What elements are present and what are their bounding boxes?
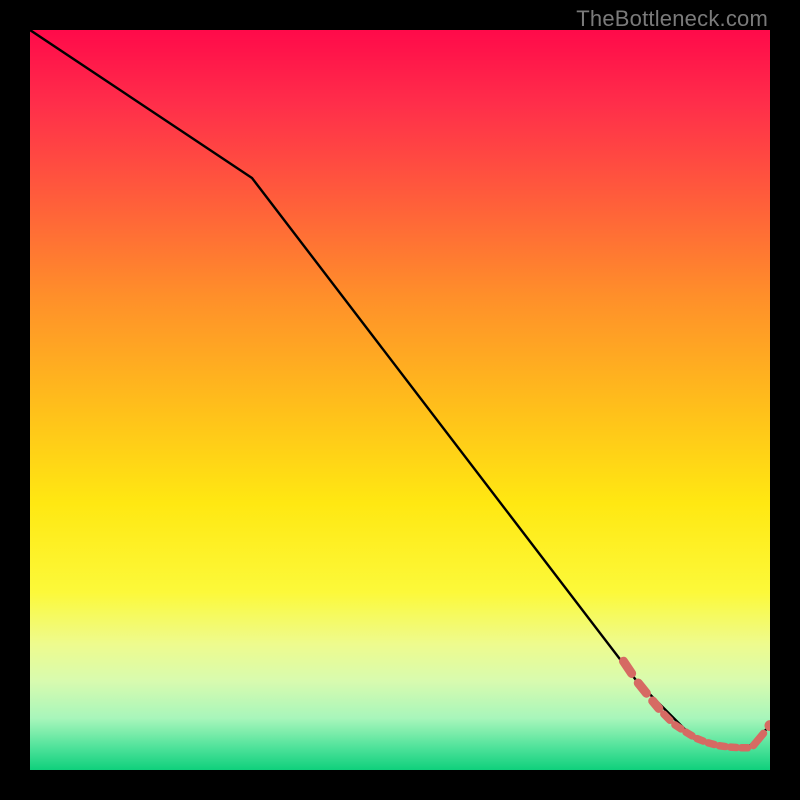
highlight-dash [719, 746, 725, 747]
highlight-dash [638, 683, 646, 693]
highlight-dashes [623, 661, 770, 748]
highlight-dash [697, 739, 703, 741]
highlight-dash [653, 701, 659, 708]
chart-plot-area [30, 30, 770, 770]
chart-svg [30, 30, 770, 770]
chart-stage: TheBottleneck.com [0, 0, 800, 800]
highlight-dash [664, 714, 670, 720]
highlight-dash [623, 661, 631, 673]
highlight-dash [686, 732, 692, 736]
attribution-text: TheBottleneck.com [576, 6, 768, 32]
highlight-dash [753, 733, 763, 745]
highlight-dash [675, 725, 681, 729]
highlight-dash [708, 743, 714, 745]
main-curve [30, 30, 770, 748]
